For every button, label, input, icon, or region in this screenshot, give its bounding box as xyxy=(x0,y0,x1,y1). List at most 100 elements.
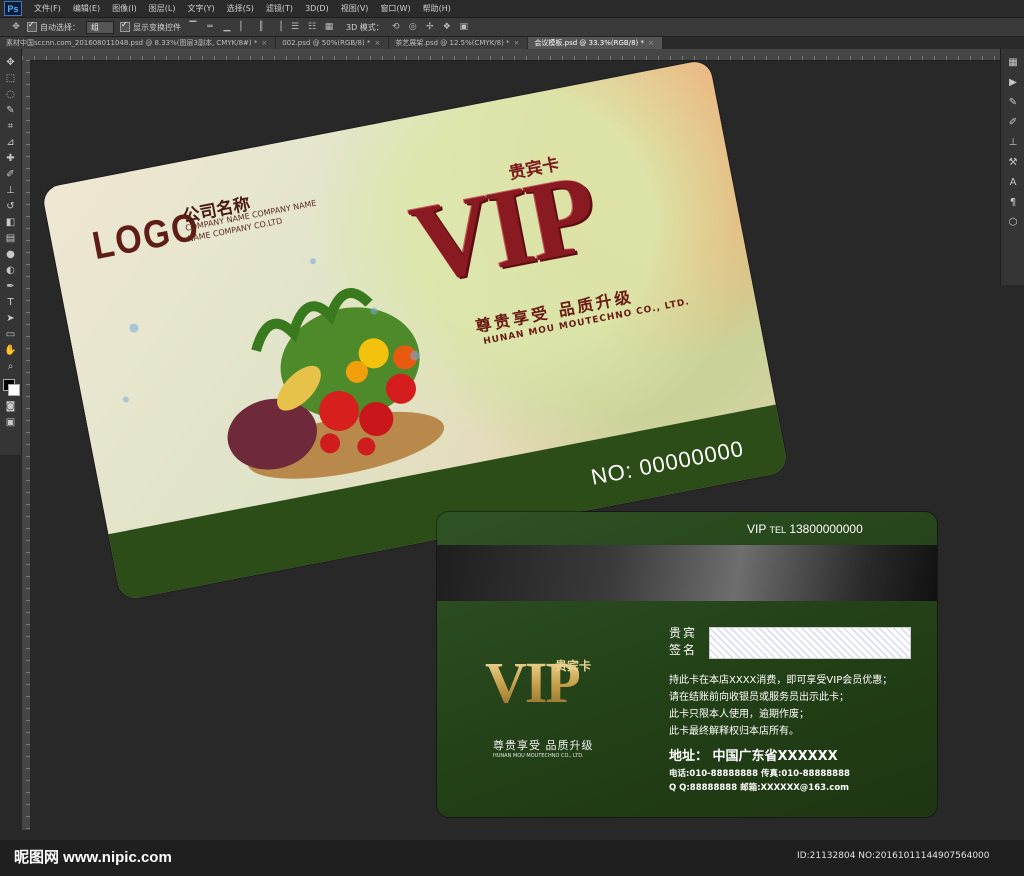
align-middle-icon[interactable]: ═ xyxy=(204,22,216,33)
align-top-icon[interactable]: ▔ xyxy=(187,22,199,33)
background-color-swatch[interactable] xyxy=(7,384,20,396)
3d-roll-icon[interactable]: ◎ xyxy=(407,22,419,33)
vip-title: VIP xyxy=(402,151,604,308)
tools-panel: ✥ ⬚ ◌ ✎ ⌗ ⊿ ✚ ✐ ⊥ ↺ ◧ ▤ ● ◐ ✒ T ➤ ▭ ✋ ⌕ … xyxy=(0,49,22,455)
tab-document-4[interactable]: 会议模板.psd @ 33.3%(RGB/8) * × xyxy=(528,37,662,49)
contact-phone-fax: 电话:010-88888888 传真:010-88888888 xyxy=(669,769,850,779)
ruler-horizontal[interactable] xyxy=(22,49,1000,61)
character-panel-icon[interactable]: A xyxy=(1006,175,1020,189)
menu-file[interactable]: 文件(F) xyxy=(28,3,67,14)
water-drop-icon xyxy=(309,257,317,265)
close-icon[interactable]: × xyxy=(374,39,380,47)
type-tool-icon[interactable]: T xyxy=(4,295,18,309)
panel-dock: ▦ ▶ ✎ ✐ ⊥ ⚒ A ¶ ⬡ xyxy=(1000,49,1024,285)
menu-layer[interactable]: 图层(L) xyxy=(143,3,182,14)
actions-panel-icon[interactable]: ▶ xyxy=(1006,75,1020,89)
vip-tel-prefix: VIP xyxy=(747,522,767,536)
hand-tool-icon[interactable]: ✋ xyxy=(4,343,18,357)
menu-image[interactable]: 图像(I) xyxy=(106,3,143,14)
menu-help[interactable]: 帮助(H) xyxy=(417,3,457,14)
brush-panel-icon[interactable]: ✎ xyxy=(1006,95,1020,109)
tab-document-2[interactable]: 002.psd @ 50%(RGB/8) * × xyxy=(276,37,389,49)
tab-label: 茶艺展架.psd @ 12.5%(CMYK/8) * xyxy=(395,39,510,47)
eraser-tool-icon[interactable]: ◧ xyxy=(4,215,18,229)
clone-source-icon[interactable]: ⊥ xyxy=(1006,135,1020,149)
marquee-tool-icon[interactable]: ⬚ xyxy=(4,71,18,85)
store-address: 地址： 中国广东省XXXXXX xyxy=(669,749,838,764)
tab-document-3[interactable]: 茶艺展架.psd @ 12.5%(CMYK/8) * × xyxy=(389,37,528,49)
auto-select-option[interactable]: 自动选择： xyxy=(27,20,80,33)
menu-select[interactable]: 选择(S) xyxy=(221,3,260,14)
show-transform-option[interactable]: 显示变换控件 xyxy=(120,20,181,33)
align-left-icon[interactable]: ▏ xyxy=(238,22,250,33)
menu-view[interactable]: 视图(V) xyxy=(335,3,375,14)
site-watermark: 昵图网 www.nipic.com xyxy=(14,849,172,866)
lasso-tool-icon[interactable]: ◌ xyxy=(4,87,18,101)
show-transform-checkbox[interactable] xyxy=(120,20,130,32)
distribute-h-icon[interactable]: ☷ xyxy=(306,22,318,33)
crop-tool-icon[interactable]: ⌗ xyxy=(4,119,18,133)
signature-box xyxy=(709,627,911,659)
vip-tel: VIP TEL 13800000000 xyxy=(747,522,863,536)
move-tool-icon[interactable]: ✥ xyxy=(4,55,18,69)
pen-tool-icon[interactable]: ✒ xyxy=(4,279,18,293)
water-drop-icon xyxy=(122,395,130,403)
align-right-icon[interactable]: ▕ xyxy=(272,22,284,33)
3d-scale-icon[interactable]: ▣ xyxy=(458,22,470,33)
3d-panel-icon[interactable]: ⬡ xyxy=(1006,215,1020,229)
screen-mode-icon[interactable]: ▣ xyxy=(4,415,18,429)
3d-pan-icon[interactable]: ✢ xyxy=(424,22,436,33)
3d-slide-icon[interactable]: ❖ xyxy=(441,22,453,33)
shape-tool-icon[interactable]: ▭ xyxy=(4,327,18,341)
vip-tel-number: 13800000000 xyxy=(789,522,863,536)
move-tool-icon[interactable]: ✥ xyxy=(10,22,22,33)
ruler-vertical[interactable] xyxy=(22,60,30,830)
align-center-icon[interactable]: ║ xyxy=(255,22,267,33)
gradient-tool-icon[interactable]: ▤ xyxy=(4,231,18,245)
close-icon[interactable]: × xyxy=(648,39,654,47)
card-terms: 持此卡在本店XXXX消费，即可享受VIP会员优惠； 请在结账前向收银员或服务员出… xyxy=(669,672,892,740)
menu-edit[interactable]: 编辑(E) xyxy=(67,3,106,14)
3d-rotate-icon[interactable]: ⟲ xyxy=(390,22,402,33)
menu-bar: Ps 文件(F) 编辑(E) 图像(I) 图层(L) 文字(Y) 选择(S) 滤… xyxy=(0,0,1024,18)
menu-window[interactable]: 窗口(W) xyxy=(374,3,416,14)
close-icon[interactable]: × xyxy=(514,39,520,47)
zoom-tool-icon[interactable]: ⌕ xyxy=(4,359,18,373)
brush-presets-icon[interactable]: ✐ xyxy=(1006,115,1020,129)
history-panel-icon[interactable]: ▦ xyxy=(1006,55,1020,69)
brush-tool-icon[interactable]: ✐ xyxy=(4,167,18,181)
tool-presets-icon[interactable]: ⚒ xyxy=(1006,155,1020,169)
blur-tool-icon[interactable]: ● xyxy=(4,247,18,261)
image-id-watermark: ID:21132804 NO:20161011144907564000 xyxy=(797,851,990,861)
tab-document-1[interactable]: 素材中国sccnn.com_20160801104​8.psd @ 8.33%(… xyxy=(0,37,276,49)
menu-3d[interactable]: 3D(D) xyxy=(299,4,335,13)
history-brush-tool-icon[interactable]: ↺ xyxy=(4,199,18,213)
paragraph-panel-icon[interactable]: ¶ xyxy=(1006,195,1020,209)
card-number: NO: 00000000 xyxy=(588,435,746,490)
quick-select-tool-icon[interactable]: ✎ xyxy=(4,103,18,117)
close-icon[interactable]: × xyxy=(261,39,267,47)
healing-tool-icon[interactable]: ✚ xyxy=(4,151,18,165)
magnetic-stripe xyxy=(437,545,937,601)
quick-mask-icon[interactable]: ◙ xyxy=(4,399,18,413)
path-select-tool-icon[interactable]: ➤ xyxy=(4,311,18,325)
terms-line: 请在结账前向收银员或服务员出示此卡； xyxy=(669,692,849,703)
terms-line: 持此卡在本店XXXX消费，即可享受VIP会员优惠； xyxy=(669,675,893,686)
menu-type[interactable]: 文字(Y) xyxy=(181,3,220,14)
distribute-icon[interactable]: ☰ xyxy=(289,22,301,33)
dodge-tool-icon[interactable]: ◐ xyxy=(4,263,18,277)
auto-align-icon[interactable]: ▦ xyxy=(323,22,335,33)
color-swatches[interactable] xyxy=(2,379,20,396)
menu-filter[interactable]: 滤镜(T) xyxy=(260,3,299,14)
terms-line: 此卡只限本人使用，逾期作废； xyxy=(669,709,809,720)
back-slogan-en: HUNAN MOU MOUTECHNO CO., LTD. xyxy=(493,753,584,759)
eyedropper-tool-icon[interactable]: ⊿ xyxy=(4,135,18,149)
water-drop-icon xyxy=(128,322,140,334)
auto-select-dropdown[interactable]: 组 xyxy=(86,20,114,34)
align-bottom-icon[interactable]: ▁ xyxy=(221,22,233,33)
auto-select-checkbox[interactable] xyxy=(27,20,37,32)
vip-card-subtitle-gold: 贵宾卡 xyxy=(555,659,592,673)
stamp-tool-icon[interactable]: ⊥ xyxy=(4,183,18,197)
tab-label: 会议模板.psd @ 33.3%(RGB/8) * xyxy=(534,39,644,47)
show-transform-label: 显示变换控件 xyxy=(133,22,181,32)
